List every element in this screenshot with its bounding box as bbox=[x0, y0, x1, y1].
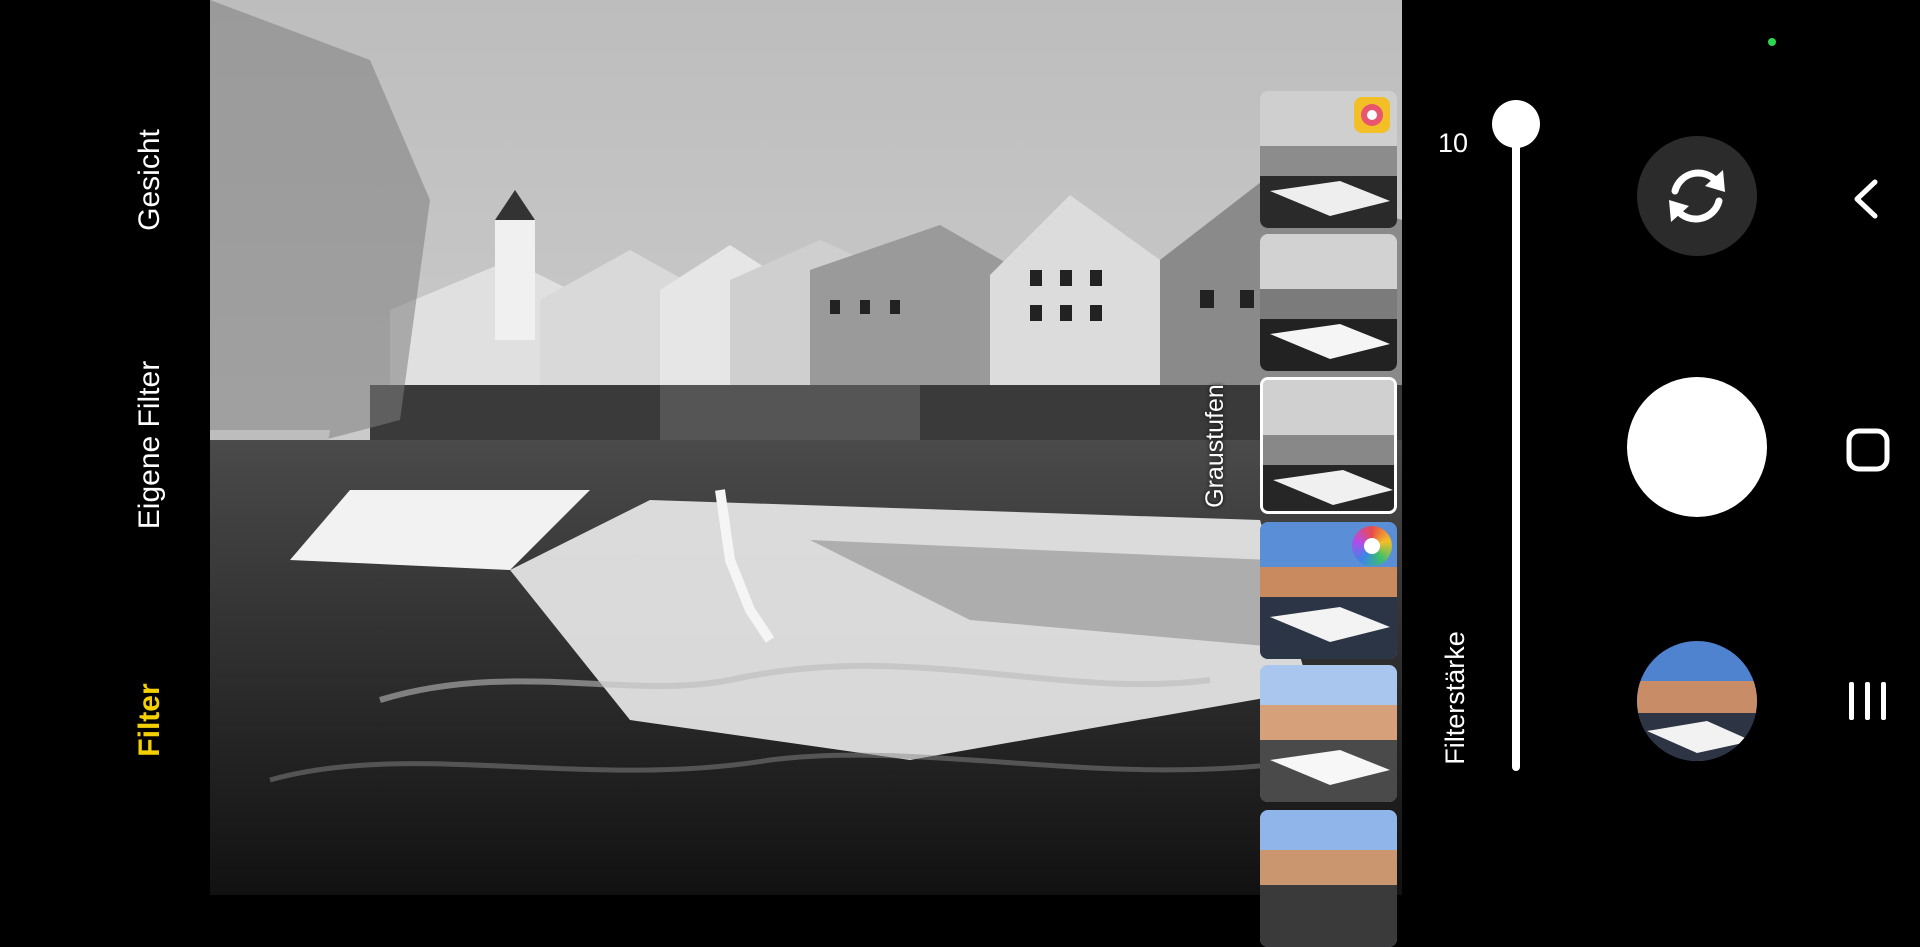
filter-strength-value: 10 bbox=[1438, 128, 1469, 158]
filter-strength-slider-handle[interactable] bbox=[1492, 100, 1540, 148]
filter-thumbnail-1[interactable] bbox=[1260, 91, 1397, 228]
back-icon bbox=[1854, 179, 1878, 219]
beauty-badge-icon bbox=[1354, 97, 1390, 133]
switch-camera-icon bbox=[1669, 169, 1725, 223]
recents-icon bbox=[1849, 682, 1886, 720]
switch-camera-button[interactable] bbox=[1637, 136, 1757, 256]
filter-strength-slider-track[interactable] bbox=[1512, 124, 1520, 771]
filter-strength-label: Filterstärke bbox=[1440, 631, 1470, 765]
mode-tab-own-filter[interactable]: Eigene Filter bbox=[130, 355, 170, 535]
filter-thumbnail-4[interactable] bbox=[1260, 522, 1397, 659]
filter-thumbnail-5[interactable] bbox=[1260, 665, 1397, 802]
filter-thumbnail-grayscale[interactable] bbox=[1260, 377, 1397, 514]
camera-viewfinder[interactable]: Graustufen bbox=[210, 0, 1402, 895]
filter-thumbnail-2[interactable] bbox=[1260, 234, 1397, 371]
mode-tab-face[interactable]: Gesicht bbox=[130, 125, 170, 235]
shutter-button[interactable] bbox=[1627, 377, 1767, 517]
home-icon bbox=[1846, 428, 1890, 472]
filter-thumbnail-6[interactable] bbox=[1260, 810, 1397, 947]
home-button[interactable] bbox=[1843, 425, 1893, 475]
recents-button[interactable] bbox=[1843, 676, 1893, 726]
gallery-preview-button[interactable] bbox=[1637, 641, 1757, 761]
color-badge-icon bbox=[1352, 526, 1392, 566]
status-indicator-dot bbox=[1768, 38, 1776, 46]
mode-tab-filter[interactable]: Filter bbox=[130, 680, 170, 760]
back-button[interactable] bbox=[1843, 174, 1893, 224]
selected-filter-label: Graustufen bbox=[1201, 384, 1229, 508]
